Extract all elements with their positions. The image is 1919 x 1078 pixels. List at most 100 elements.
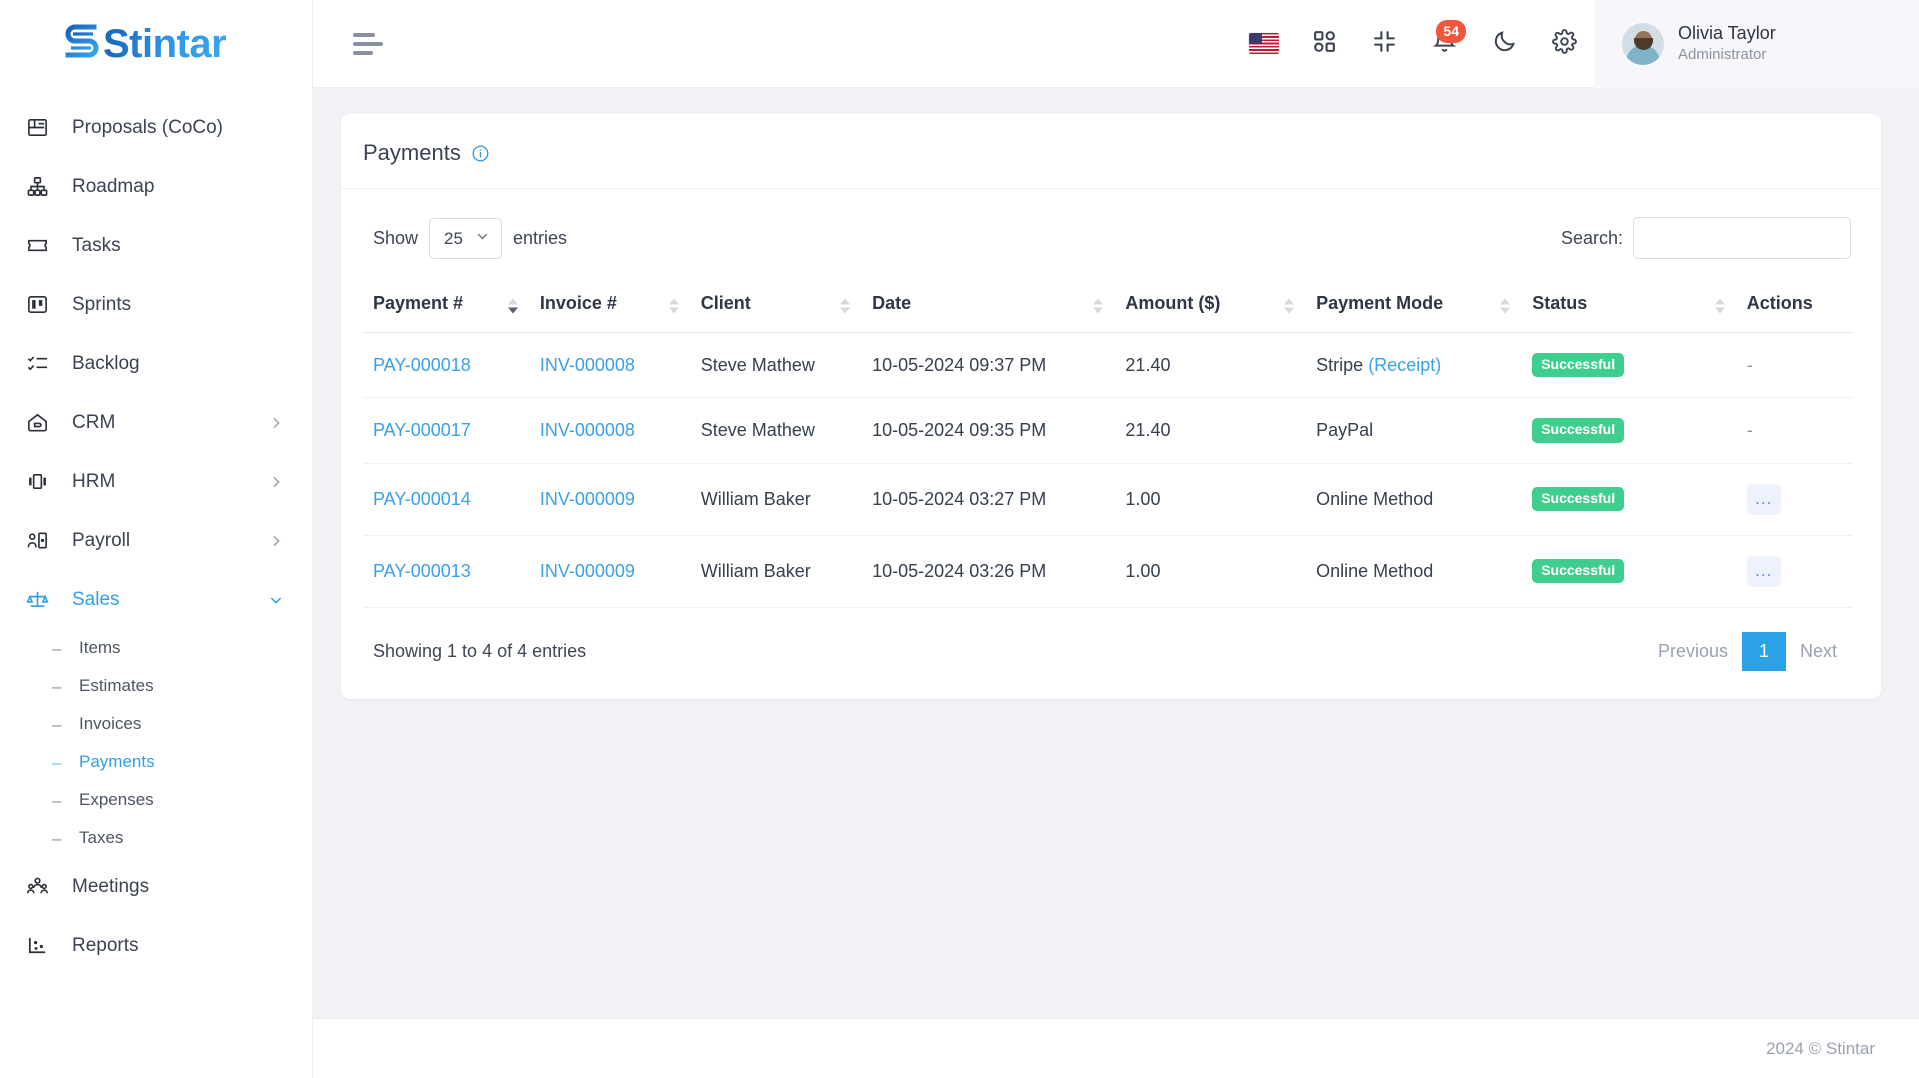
hamburger-icon[interactable] (351, 27, 385, 61)
notifications-button[interactable]: 54 (1414, 14, 1474, 74)
cell-date: 10-05-2024 03:26 PM (862, 535, 1116, 608)
search-input[interactable] (1633, 217, 1851, 259)
invoice-number-link[interactable]: INV-000009 (540, 561, 635, 581)
pagination-next[interactable]: Next (1786, 633, 1851, 670)
entries-label: entries (513, 227, 568, 248)
sidebar-item-tasks[interactable]: Tasks (0, 216, 312, 275)
payment-mode-text: Stripe (1316, 354, 1364, 375)
table-head: Payment # Invoice # Client Date Amount (… (363, 279, 1853, 333)
sidebar-item-label: CRM (72, 411, 116, 433)
sidebar-subitem-taxes[interactable]: – Taxes (0, 819, 312, 857)
cell-status: Successful (1522, 463, 1737, 536)
sidebar-subitem-label: Items (79, 638, 121, 657)
notification-count-badge: 54 (1436, 19, 1466, 43)
sidebar-subitem-items[interactable]: – Items (0, 629, 312, 667)
entries-info: Showing 1 to 4 of 4 entries (373, 640, 587, 661)
cell-date: 10-05-2024 03:27 PM (862, 463, 1116, 536)
invoice-number-link[interactable]: INV-000009 (540, 489, 635, 509)
sidebar-item-backlog[interactable]: Backlog (0, 334, 312, 393)
sidebar-item-label: Proposals (CoCo) (72, 116, 223, 138)
pagination-page-1[interactable]: 1 (1741, 631, 1786, 671)
status-badge: Successful (1532, 418, 1625, 443)
col-date[interactable]: Date (862, 279, 1116, 333)
topbar-icon-group: 54 (1234, 14, 1594, 74)
sort-arrows-icon (840, 298, 851, 313)
col-client[interactable]: Client (690, 279, 863, 333)
pagination-previous[interactable]: Previous (1644, 633, 1742, 670)
brand-logo[interactable]: Stintar (0, 0, 312, 88)
sidebar-subitem-label: Expenses (79, 790, 154, 809)
dash-bullet-icon: – (52, 828, 62, 848)
col-actions: Actions (1736, 279, 1853, 333)
profile-name: Olivia Taylor (1678, 23, 1776, 44)
payment-number-link[interactable]: PAY-000013 (373, 561, 471, 581)
theme-toggle-button[interactable] (1474, 14, 1534, 74)
row-actions-button[interactable]: ... (1746, 483, 1781, 515)
cell-client: Steve Mathew (690, 332, 863, 399)
sidebar-item-label: Sales (72, 588, 120, 610)
settings-button[interactable] (1534, 14, 1594, 74)
cell-actions: ... (1736, 463, 1853, 536)
stintar-s-mark-icon (62, 18, 102, 70)
footer: 2024 © Stintar (313, 1018, 1919, 1078)
actions-placeholder: - (1746, 354, 1753, 375)
row-actions-button[interactable]: ... (1746, 555, 1781, 587)
payment-number-link[interactable]: PAY-000017 (373, 420, 471, 440)
sidebar-item-meetings[interactable]: Meetings (0, 857, 312, 916)
us-flag-icon (1249, 33, 1279, 54)
sort-arrows-icon (1093, 298, 1104, 313)
cell-amount: 1.00 (1115, 535, 1307, 608)
sidebar-item-hrm[interactable]: HRM (0, 452, 312, 511)
status-badge: Successful (1532, 353, 1625, 378)
language-selector-button[interactable] (1234, 14, 1294, 74)
sort-arrows-icon (668, 298, 679, 313)
sidebar-item-crm[interactable]: CRM (0, 393, 312, 452)
info-icon[interactable] (471, 143, 491, 163)
col-status[interactable]: Status (1522, 279, 1737, 333)
col-amount[interactable]: Amount ($) (1115, 279, 1307, 333)
sidebar-subitem-label: Payments (79, 752, 155, 771)
sidebar-item-sales[interactable]: Sales (0, 570, 312, 629)
payment-number-link[interactable]: PAY-000018 (373, 355, 471, 375)
sidebar-item-sprints[interactable]: Sprints (0, 275, 312, 334)
sales-icon (26, 587, 56, 613)
show-label: Show (373, 227, 419, 248)
sidebar-item-proposals[interactable]: Proposals (CoCo) (0, 98, 312, 157)
cell-status: Successful (1522, 397, 1737, 464)
sidebar-subitem-invoices[interactable]: – Invoices (0, 705, 312, 743)
sidebar-subitem-expenses[interactable]: – Expenses (0, 781, 312, 819)
sidebar-item-payroll[interactable]: Payroll (0, 511, 312, 570)
sidebar: Stintar Proposals (CoCo) Roadmap Tasks S… (0, 0, 313, 1078)
reports-icon (26, 933, 56, 959)
cell-invoice-number: INV-000009 (529, 535, 691, 608)
cell-payment-mode: Online Method (1306, 463, 1523, 536)
sprints-icon (26, 292, 56, 318)
col-payment-number[interactable]: Payment # (363, 279, 530, 333)
col-payment-mode[interactable]: Payment Mode (1306, 279, 1523, 333)
user-profile-menu[interactable]: Olivia Taylor Administrator (1594, 0, 1919, 88)
apps-grid-button[interactable] (1294, 14, 1354, 74)
invoice-number-link[interactable]: INV-000008 (540, 420, 635, 440)
table-row: PAY-000013 INV-000009 William Baker 10-0… (363, 535, 1853, 608)
sidebar-subitem-payments[interactable]: – Payments (0, 743, 312, 781)
column-label: Invoice # (539, 293, 617, 313)
payment-mode-text: Online Method (1316, 560, 1434, 581)
fullscreen-toggle-button[interactable] (1354, 14, 1414, 74)
sidebar-item-reports[interactable]: Reports (0, 916, 312, 975)
content-area: Payments Show 25 entries Search: Payment… (313, 88, 1919, 1018)
dash-bullet-icon: – (52, 752, 62, 772)
invoice-number-link[interactable]: INV-000008 (540, 355, 635, 375)
chevron-right-icon (268, 415, 284, 431)
payment-number-link[interactable]: PAY-000014 (373, 489, 471, 509)
cell-payment-mode: Online Method (1306, 535, 1523, 608)
sidebar-subitem-estimates[interactable]: – Estimates (0, 667, 312, 705)
col-invoice-number[interactable]: Invoice # (529, 279, 691, 333)
sidebar-item-roadmap[interactable]: Roadmap (0, 157, 312, 216)
cell-actions: - (1736, 332, 1853, 399)
sort-arrows-icon (1284, 298, 1295, 313)
receipt-link[interactable]: (Receipt) (1368, 355, 1441, 375)
entries-per-page-select[interactable]: 25 (429, 217, 503, 259)
backlog-icon (26, 351, 56, 377)
sidebar-subitem-label: Invoices (79, 714, 142, 733)
column-label: Actions (1746, 293, 1813, 313)
